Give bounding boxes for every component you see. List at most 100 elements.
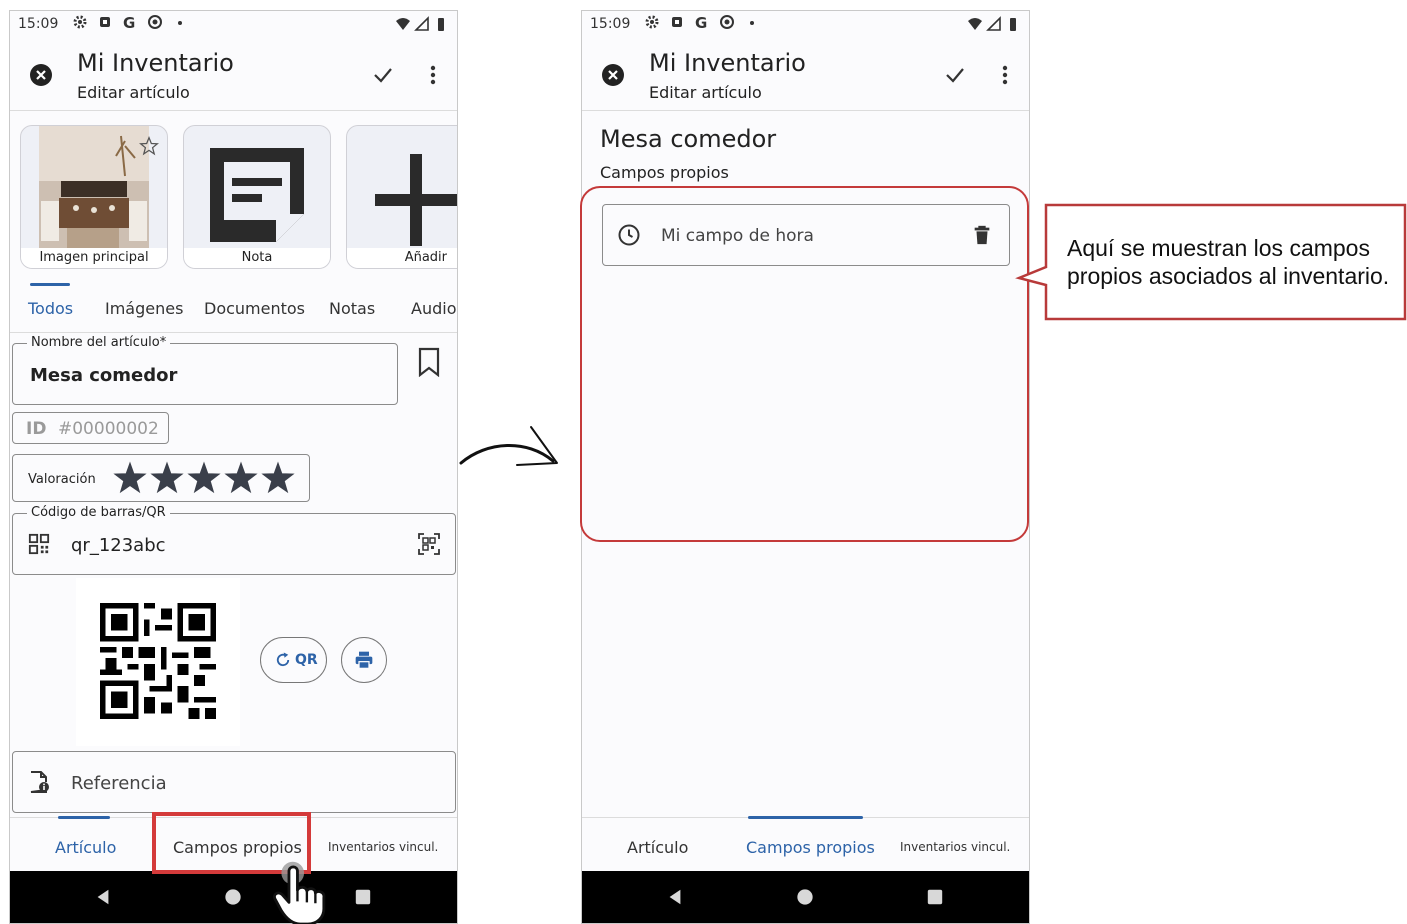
status-bar: 15:09 G [582,11,1029,39]
home-icon[interactable] [224,888,242,906]
recents-icon[interactable] [354,888,372,906]
more-options-icon[interactable] [993,63,1017,87]
bookmark-icon[interactable] [417,347,441,377]
wifi-icon [396,18,410,30]
tab-todos[interactable]: Todos [28,299,73,318]
status-time: 15:09 [18,16,59,32]
sync-icon [148,15,162,29]
rating-star[interactable] [113,461,147,494]
system-navigation-bar [10,871,457,923]
barcode-field[interactable]: Código de barras/QR qr_123abc [12,505,456,575]
media-main-image[interactable]: Imagen principal [20,125,168,269]
id-label: ID [26,419,47,439]
app-bar: Mi Inventario Editar artículo [10,39,457,111]
media-tabs: Todos Imágenes Documentos Notas Audio [10,283,457,333]
print-icon [355,651,373,669]
recents-icon[interactable] [926,888,944,906]
nav-campos-propios[interactable]: Campos propios [746,838,875,857]
barcode-label: Código de barras/QR [27,505,170,520]
rating-star[interactable] [150,461,184,494]
check-icon[interactable] [371,63,395,87]
more-options-icon[interactable] [421,63,445,87]
close-icon[interactable] [601,63,625,87]
nav-indicator [58,816,110,819]
status-bar: 15:09 G [10,11,457,39]
close-icon[interactable] [29,63,53,87]
media-caption: Nota [184,248,330,268]
svg-text:G: G [123,14,135,30]
reference-field[interactable]: Referencia [12,751,456,813]
back-icon[interactable] [666,888,684,906]
id-value: #00000002 [58,419,159,439]
qr-scan-icon[interactable] [417,532,441,556]
barcode-value: qr_123abc [71,535,166,556]
nav-inventarios-vinculados[interactable]: Inventarios vincul. [328,840,438,854]
callout-line-1: Aquí se muestran los campos [1067,235,1370,261]
rating-field: Valoración [12,454,310,502]
system-navigation-bar [582,871,1029,923]
qr-button-label: QR [295,652,318,668]
rating-star[interactable] [187,461,221,494]
refresh-icon [276,652,290,667]
media-add[interactable]: Añadir [346,125,457,269]
app-bar: Mi Inventario Editar artículo [582,39,1029,111]
item-name-label: Nombre del artículo* [27,335,171,350]
battery-icon [1010,18,1016,31]
left-phone-screen: 15:09 G Mi Inventario Editar artículo Im… [9,10,458,924]
tab-imagenes[interactable]: Imágenes [105,299,183,318]
notification-icon [672,17,682,27]
transition-arrow [459,426,558,466]
media-caption: Imagen principal [21,248,167,268]
tab-notas[interactable]: Notas [329,299,375,318]
note-icon [210,148,304,242]
dot-icon [750,21,754,25]
rating-star[interactable] [224,461,258,494]
google-icon: G [123,14,135,30]
print-button[interactable] [341,637,387,683]
callout-line-2: propios asociados al inventario. [1067,263,1390,289]
document-info-icon [30,771,49,793]
qr-preview [76,578,240,746]
battery-icon [438,18,444,31]
id-field: ID #00000002 [12,412,169,444]
star-outline-icon[interactable] [139,136,159,156]
item-name-field[interactable]: Nombre del artículo* Mesa comedor [12,335,398,405]
callout-text: Aquí se muestran los campos propios asoc… [1067,234,1389,290]
dot-icon [178,21,182,25]
tab-indicator [30,283,70,286]
pointing-hand-icon [273,861,326,924]
media-caption: Añadir [347,248,457,268]
check-icon[interactable] [943,63,967,87]
google-icon: G [695,14,707,30]
notification-icon [100,17,110,27]
settings-icon [73,15,87,29]
rating-star[interactable] [261,461,295,494]
qr-code-image [100,603,216,719]
bottom-navigation: Artículo Campos propios Inventarios vinc… [582,816,1029,873]
signal-icon [414,16,429,31]
media-note[interactable]: Nota [183,125,331,269]
wifi-icon [968,18,982,30]
item-title: Mesa comedor [600,125,777,153]
rating-stars[interactable] [112,460,297,496]
nav-indicator [748,816,863,819]
svg-text:G: G [695,14,707,30]
nav-inventarios-vinculados[interactable]: Inventarios vincul. [900,840,1010,854]
sync-icon [720,15,734,29]
app-subtitle: Editar artículo [649,83,762,102]
settings-icon [645,15,659,29]
back-icon[interactable] [94,888,112,906]
tab-audio[interactable]: Audio [411,299,456,318]
app-title: Mi Inventario [77,49,234,77]
tab-documentos[interactable]: Documentos [204,299,305,318]
regenerate-qr-button[interactable]: QR [260,637,327,683]
nav-articulo[interactable]: Artículo [55,838,116,857]
item-name-value: Mesa comedor [30,365,178,386]
app-title: Mi Inventario [649,49,806,77]
rating-label: Valoración [28,472,96,487]
status-time: 15:09 [590,16,631,32]
home-icon[interactable] [796,888,814,906]
nav-articulo[interactable]: Artículo [627,838,688,857]
app-subtitle: Editar artículo [77,83,190,102]
plus-icon [375,154,457,246]
